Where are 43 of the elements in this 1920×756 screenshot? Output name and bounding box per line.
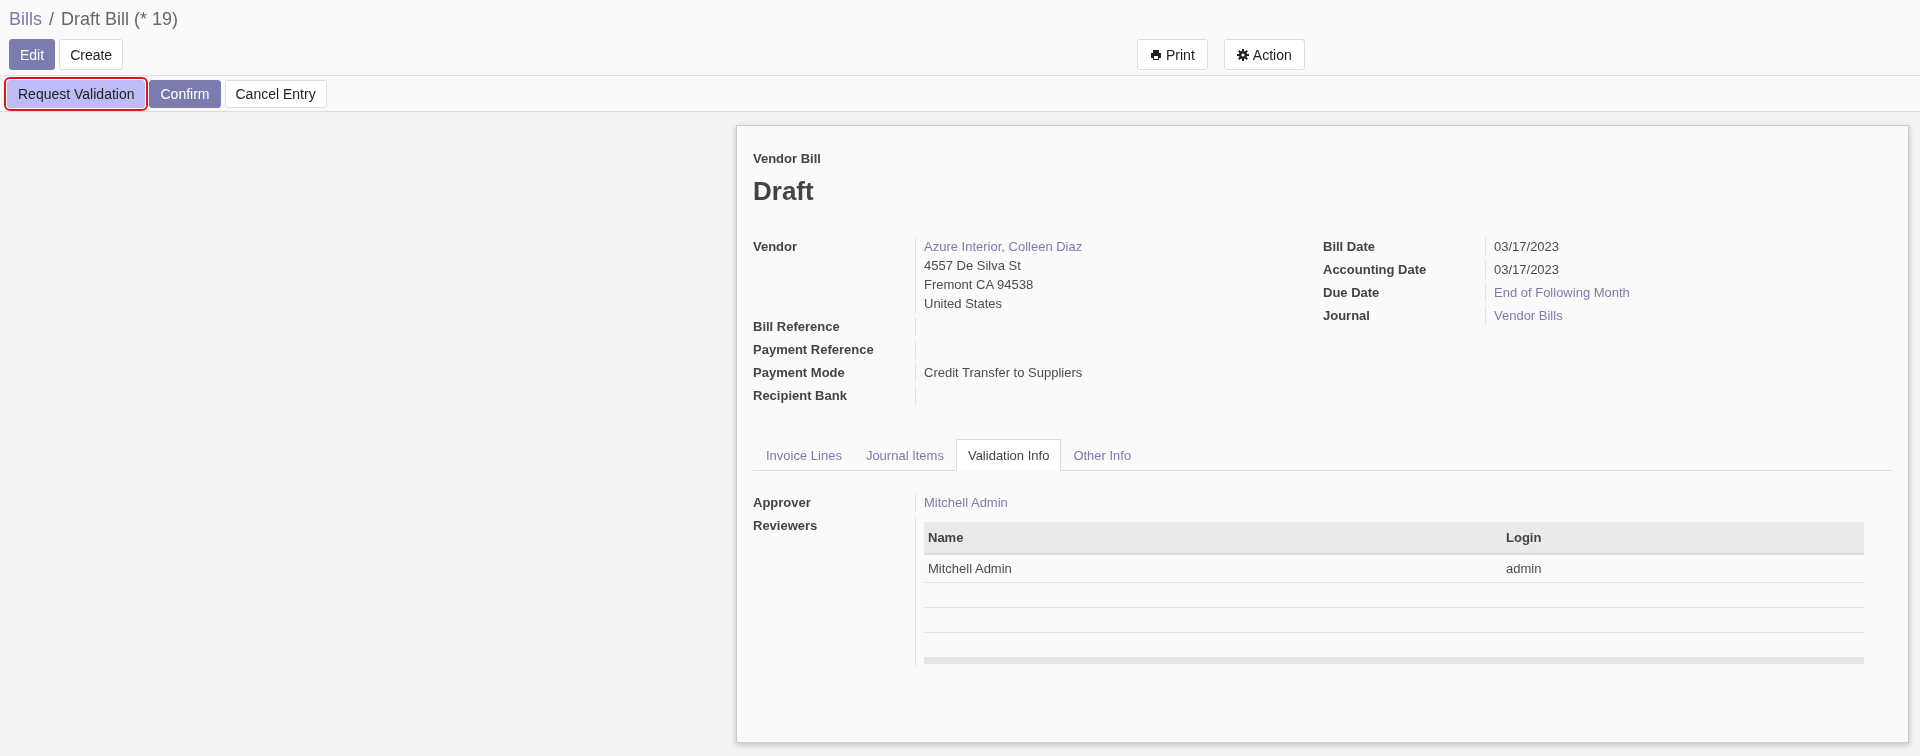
- column-header[interactable]: Name: [924, 522, 1502, 554]
- notebook-tab[interactable]: Validation Info: [955, 439, 1062, 471]
- field-label: Due Date: [1323, 284, 1381, 302]
- create-button[interactable]: Create: [59, 39, 124, 70]
- cancel-entry-button[interactable]: Cancel Entry: [224, 79, 327, 108]
- vendor-link[interactable]: Azure Interior, Colleen Diaz: [924, 239, 1083, 254]
- field-label: Payment Mode: [753, 364, 846, 382]
- field-value: Credit Transfer to Suppliers: [924, 365, 1083, 380]
- print-button[interactable]: Print: [1137, 39, 1208, 70]
- breadcrumb-separator: /: [49, 8, 55, 30]
- notebook-tab[interactable]: Other Info: [1061, 439, 1144, 471]
- confirm-button[interactable]: Confirm: [149, 79, 221, 108]
- field-label: Recipient Bank: [753, 387, 848, 405]
- field-label: Journal: [1323, 307, 1371, 325]
- field-label: Bill Date: [1323, 238, 1376, 256]
- document-type: Vendor Bill: [753, 151, 822, 166]
- field-label: Reviewers: [753, 517, 819, 535]
- table-cell: Mitchell Admin: [924, 554, 1502, 583]
- edit-button[interactable]: Edit: [9, 39, 56, 70]
- breadcrumb-link[interactable]: Bills: [9, 8, 42, 30]
- document-title: Draft: [753, 176, 815, 207]
- table-cell: admin: [1502, 554, 1864, 583]
- action-button[interactable]: Action: [1223, 39, 1305, 70]
- field-value: 03/17/2023: [1494, 239, 1560, 254]
- field-value: United States: [924, 296, 1003, 311]
- field-label: Accounting Date: [1323, 261, 1428, 279]
- field-label: Approver: [753, 494, 812, 512]
- breadcrumb-current: Draft Bill (* 19): [61, 8, 179, 30]
- field-label: Payment Reference: [753, 341, 875, 359]
- field-label: Bill Reference: [753, 318, 841, 336]
- gear-icon: [1236, 48, 1249, 61]
- notebook-tab[interactable]: Invoice Lines: [754, 439, 854, 471]
- field-value: Fremont CA 94538: [924, 277, 1034, 292]
- printer-icon: [1150, 48, 1162, 61]
- notebook-tab[interactable]: Journal Items: [853, 439, 956, 471]
- field-link[interactable]: Vendor Bills: [1494, 308, 1563, 323]
- column-header[interactable]: Login: [1502, 522, 1864, 554]
- field-value: 03/17/2023: [1494, 262, 1560, 277]
- field-link[interactable]: End of Following Month: [1494, 285, 1630, 300]
- request-validation-button[interactable]: Request Validation: [7, 79, 146, 108]
- approver-link[interactable]: Mitchell Admin: [924, 495, 1008, 510]
- field-value: 4557 De Silva St: [924, 258, 1021, 273]
- field-label: Vendor: [753, 238, 799, 256]
